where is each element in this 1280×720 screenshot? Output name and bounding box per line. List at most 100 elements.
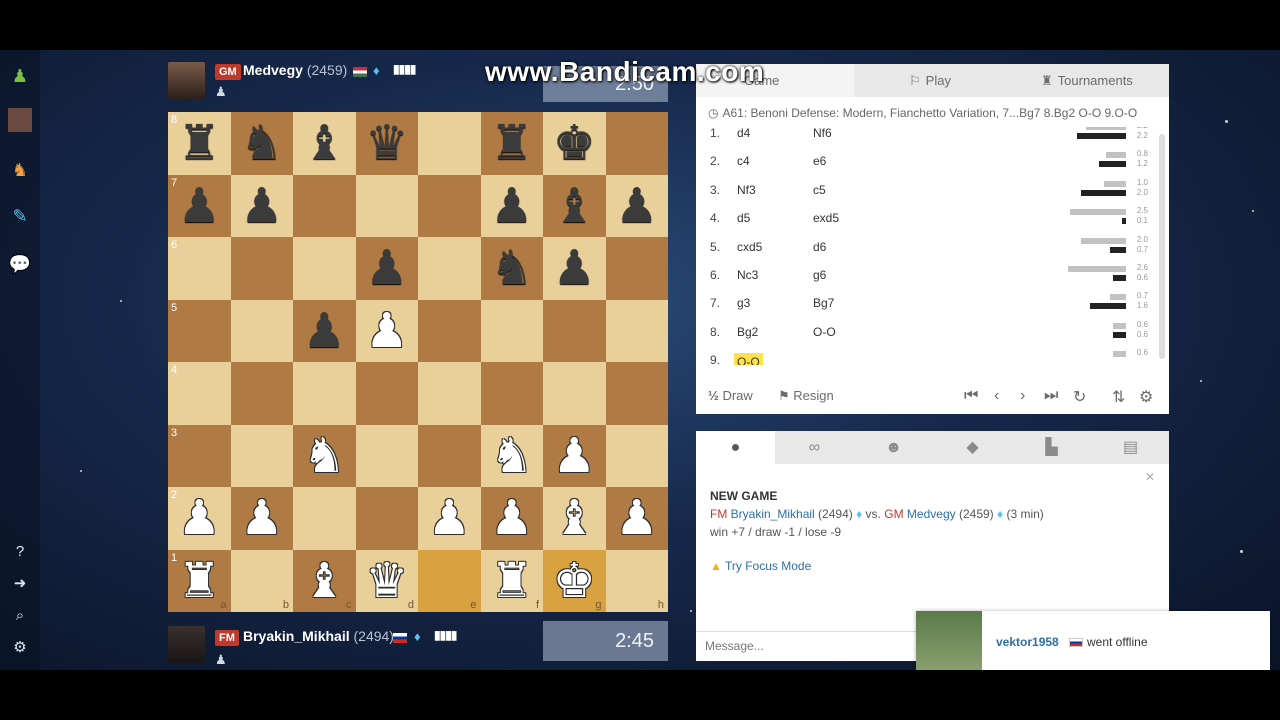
white-knight-piece[interactable]: ♞ [293, 425, 356, 488]
flip-board-icon[interactable]: ⇅ [1112, 387, 1125, 407]
square-c7[interactable] [293, 174, 356, 237]
top-player-avatar[interactable] [168, 62, 205, 99]
white-queen-piece[interactable]: ♛ [356, 550, 419, 613]
white-move[interactable]: d4 [737, 127, 750, 140]
black-king-piece[interactable]: ♚ [543, 112, 606, 175]
square-f2[interactable]: ♟ [480, 487, 544, 550]
white-pawn-piece[interactable]: ♟ [606, 487, 669, 550]
square-g7[interactable]: ♝ [543, 174, 606, 237]
white-move[interactable]: g3 [737, 296, 750, 310]
black-pawn-piece[interactable]: ♟ [293, 300, 356, 363]
square-a8[interactable]: 8 ♜ [168, 112, 231, 175]
square-d5[interactable]: ♟ [355, 299, 419, 363]
black-pawn-piece[interactable]: ♟ [543, 237, 606, 300]
chess-board[interactable]: 8 ♜ ♞ ♝ ♛ ♜ ♚ 7 ♟ ♟ ♟ ♝ ♟ 6 ♟ ♞ ♟ 5 ♟ ♟ 4 3 ♞ ♞ ♟ 2 ♟ ♟ ♟ ♟ ♝ ♟ 1 a ♜ b c ♝ d ♛… [168, 112, 668, 612]
square-e5[interactable] [418, 299, 481, 362]
refresh-icon[interactable]: ↻ [1073, 387, 1086, 407]
white-rook-piece[interactable]: ♜ [168, 550, 231, 613]
learn-icon[interactable]: ✎ [8, 204, 32, 228]
square-d4[interactable] [355, 362, 418, 425]
square-c2[interactable] [293, 487, 356, 550]
bottom-player-avatar[interactable] [168, 626, 205, 663]
square-a5[interactable]: 5 [168, 299, 231, 362]
top-player-name[interactable]: Medvegy (2459) [243, 62, 347, 78]
square-b4[interactable] [230, 362, 293, 425]
last-move-button[interactable]: ⏭ [1044, 387, 1058, 405]
square-h3[interactable] [605, 424, 668, 487]
white-pawn-piece[interactable]: ♟ [481, 487, 544, 550]
square-g8[interactable]: ♚ [543, 112, 606, 175]
white-move[interactable]: cxd5 [737, 240, 762, 254]
square-e4[interactable] [418, 362, 481, 425]
square-f1[interactable]: f ♜ [480, 549, 544, 613]
square-a2[interactable]: 2 ♟ [168, 487, 231, 550]
draw-button[interactable]: ½ Draw [708, 388, 753, 403]
black-move[interactable]: c5 [813, 183, 826, 197]
white-pawn-piece[interactable]: ♟ [543, 425, 606, 488]
first-move-button[interactable]: ⏮ [964, 387, 978, 405]
search-icon[interactable]: ⌕ [8, 604, 32, 628]
square-g4[interactable] [543, 362, 606, 425]
square-d6[interactable]: ♟ [355, 237, 418, 300]
white-king-piece[interactable]: ♚ [543, 550, 606, 613]
black-move[interactable]: O-O [813, 325, 836, 339]
clear-chat-icon[interactable]: ✕ [1145, 470, 1155, 484]
white-move[interactable]: Nf3 [737, 183, 756, 197]
square-a3[interactable]: 3 [168, 424, 231, 487]
resign-button[interactable]: ⚑ Resign [778, 388, 834, 404]
puzzle-icon[interactable]: ♞ [8, 158, 32, 182]
pawn-logo-icon[interactable]: ♟ [8, 64, 32, 88]
tab-play[interactable]: ⚐ Play [909, 64, 951, 97]
square-a1[interactable]: 1 a ♜ [168, 549, 231, 613]
square-h7[interactable]: ♟ [605, 174, 669, 238]
white-rook-piece[interactable]: ♜ [481, 550, 544, 613]
black-pawn-piece[interactable]: ♟ [168, 175, 231, 238]
square-e8[interactable] [418, 112, 481, 175]
white-pawn-piece[interactable]: ♟ [356, 300, 419, 363]
tab-spectators-icon[interactable]: ∞ [775, 431, 854, 464]
square-g3[interactable]: ♟ [543, 424, 606, 488]
tab-chat-icon[interactable]: ● [696, 431, 775, 464]
next-move-button[interactable]: › [1020, 387, 1025, 405]
black-rook-piece[interactable]: ♜ [481, 112, 544, 175]
white-bishop-piece[interactable]: ♝ [543, 487, 606, 550]
square-f4[interactable] [480, 362, 543, 425]
square-b7[interactable]: ♟ [230, 174, 294, 238]
square-d1[interactable]: d ♛ [355, 549, 419, 613]
black-queen-piece[interactable]: ♛ [356, 112, 419, 175]
square-c5[interactable]: ♟ [293, 299, 356, 363]
help-icon[interactable]: ? [8, 540, 32, 564]
square-g2[interactable]: ♝ [543, 487, 606, 550]
black-move[interactable]: d6 [813, 240, 826, 254]
square-h6[interactable] [605, 237, 668, 300]
notification-toast[interactable]: vektor1958 went offline [916, 611, 1270, 670]
black-pawn-piece[interactable]: ♟ [481, 175, 544, 238]
square-b2[interactable]: ♟ [230, 487, 293, 550]
settings-gear-icon[interactable]: ⚙ [1139, 387, 1153, 407]
square-c3[interactable]: ♞ [293, 424, 356, 488]
square-d8[interactable]: ♛ [355, 112, 419, 175]
black-move[interactable]: Bg7 [813, 296, 834, 310]
black-move[interactable]: e6 [813, 154, 826, 168]
black-pawn-piece[interactable]: ♟ [606, 175, 669, 238]
white-pawn-piece[interactable]: ♟ [418, 487, 481, 550]
tab-messages-icon[interactable]: ◆ [933, 431, 1012, 464]
square-c1[interactable]: c ♝ [293, 549, 356, 612]
square-f5[interactable] [480, 299, 543, 362]
square-c6[interactable] [293, 237, 356, 300]
black-player-link[interactable]: Medvegy [907, 507, 956, 521]
white-move[interactable]: c4 [737, 154, 750, 168]
focus-mode-link[interactable]: ▲ Try Focus Mode [710, 559, 1160, 573]
white-move[interactable]: d5 [737, 211, 750, 225]
white-knight-piece[interactable]: ♞ [481, 425, 544, 488]
square-h5[interactable] [605, 299, 668, 362]
square-g1[interactable]: g ♚ [543, 549, 606, 613]
square-e6[interactable] [418, 237, 481, 300]
square-a4[interactable]: 4 [168, 362, 231, 425]
square-b5[interactable] [230, 299, 293, 362]
black-pawn-piece[interactable]: ♟ [231, 175, 294, 238]
square-e1[interactable]: e [418, 549, 481, 612]
square-c4[interactable] [293, 362, 356, 425]
black-move[interactable]: exd5 [813, 211, 839, 225]
square-g5[interactable] [543, 299, 606, 362]
